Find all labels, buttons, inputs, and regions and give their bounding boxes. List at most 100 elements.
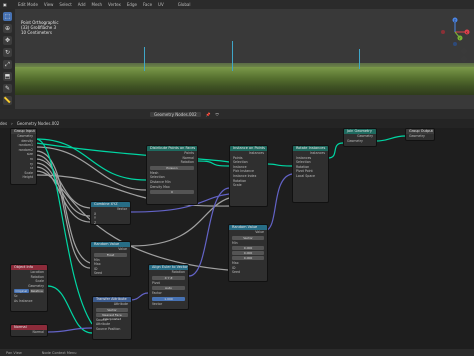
socket-label: Min <box>232 240 238 245</box>
socket-label: Source Position <box>96 326 121 331</box>
zoom-icon <box>461 48 467 54</box>
socket-label: Value <box>118 247 127 251</box>
socket-label: Attribute <box>113 302 128 306</box>
socket-label: Seed <box>232 270 240 275</box>
data-type-dropdown[interactable]: Float <box>94 252 127 257</box>
mapping-dropdown[interactable]: Nearest Face Interpolated <box>96 312 128 321</box>
align-euler-node[interactable]: Align Euler to Vector Rotation X Y Z Piv… <box>148 264 189 310</box>
shield-icon[interactable]: ⛉ <box>216 112 219 117</box>
menu-edge[interactable]: Edge <box>127 2 137 7</box>
grid-scale: 10 Centimeters <box>21 30 52 35</box>
node-graph[interactable]: Group Input Geometry density random1 ran… <box>0 128 474 349</box>
status-context-menu: Node Context Menu <box>41 350 77 355</box>
as-instance-checkbox[interactable]: As Instance <box>11 299 47 304</box>
data-type-dropdown[interactable]: Vector <box>96 307 128 312</box>
menu-face[interactable]: Face <box>143 2 152 7</box>
menu-vertex[interactable]: Vertex <box>108 2 121 7</box>
combine-xyz-node[interactable]: Combine XYZ Vector X Y Z <box>90 201 131 225</box>
socket-label: Height <box>22 175 33 180</box>
link-vector <box>263 173 293 232</box>
pin-icon[interactable]: 📌 <box>206 112 211 117</box>
instance-on-points-node[interactable]: Instance on Points Instances Points Sele… <box>229 145 268 207</box>
annotate-tool-icon[interactable]: ✎ <box>3 84 12 93</box>
vertex-spike <box>144 47 145 71</box>
axis-z-label: Z <box>454 18 456 22</box>
link-geometry <box>267 163 293 167</box>
socket-label: Density Max <box>150 184 170 189</box>
min-z-field[interactable]: 0.000 <box>232 256 264 261</box>
socket-label: Seed <box>94 271 102 276</box>
orientation-selector[interactable]: Global <box>178 2 191 7</box>
socket-label: Rotation <box>171 270 185 274</box>
pivot-dropdown[interactable]: Auto <box>152 286 185 291</box>
select-tool-icon[interactable]: ⬚ <box>3 12 12 21</box>
menu-uv[interactable]: UV <box>158 2 164 7</box>
join-geometry-node[interactable]: Join Geometry Geometry Geometry <box>343 128 377 147</box>
distribute-method-dropdown[interactable]: Poisson <box>150 165 194 170</box>
breadcrumb-root[interactable]: des <box>0 121 7 126</box>
node-editor-breadcrumb: des › Geometry Nodes.002 <box>0 119 474 128</box>
link-geometry <box>327 142 344 159</box>
rotate-instances-node[interactable]: Rotate Instances Instances Instances Sel… <box>292 145 329 203</box>
mode-selector[interactable]: Edit Mode <box>18 2 38 7</box>
cursor-tool-icon[interactable]: ⊕ <box>3 24 12 33</box>
axis-y-label: Y <box>459 36 461 40</box>
move-tool-icon[interactable]: ✥ <box>3 36 12 45</box>
socket-label: Pivot <box>152 280 160 285</box>
transform-tool-icon[interactable]: ⬒ <box>3 72 12 81</box>
toolbar: ⬚ ⊕ ✥ ↻ ⤢ ⬒ ✎ 📏 <box>0 9 15 109</box>
seed-field[interactable]: 0 <box>150 190 194 195</box>
menu-mesh[interactable]: Mesh <box>92 2 103 7</box>
socket-label: Geometry <box>28 283 44 288</box>
viewport-header: ▣ Edit Mode View Select Add Mesh Vertex … <box>0 0 474 9</box>
link-vector <box>130 292 149 301</box>
menu-add[interactable]: Add <box>78 2 86 7</box>
navigation-gizmo[interactable]: X Y Z <box>438 15 472 65</box>
random-value-node[interactable]: Random Value Value Float Min Max ID Seed <box>90 241 131 277</box>
axis-selector[interactable]: X Y Z <box>152 275 185 280</box>
menu-select[interactable]: Select <box>59 2 71 7</box>
factor-slider[interactable]: 1.000 <box>152 296 185 301</box>
socket-label: Geometry <box>409 134 425 138</box>
status-bar: Pan View Node Context Menu <box>0 349 474 356</box>
socket-label: Z <box>94 220 97 225</box>
data-type-dropdown[interactable]: Vector <box>232 235 264 240</box>
transform-space-toggle: Original Relative <box>14 289 44 294</box>
original-toggle[interactable]: Original <box>14 289 29 294</box>
editor-type-icon[interactable]: ▣ <box>3 2 7 7</box>
normal-node[interactable]: Normal Normal <box>10 324 48 337</box>
socket-label: Factor <box>152 291 162 296</box>
vertex-spike <box>359 49 360 69</box>
local-space-checkbox[interactable]: Local Space <box>293 174 328 179</box>
axis-x-label: X <box>466 30 468 34</box>
link-geometry <box>47 285 93 334</box>
pan-icon <box>461 56 467 62</box>
min-x-field[interactable]: 0.000 <box>232 246 264 251</box>
link-float <box>35 158 91 209</box>
socket-label: Geometry <box>347 138 363 143</box>
breadcrumb-tree[interactable]: Geometry Nodes.002 <box>17 121 60 126</box>
socket-label: Scale <box>233 183 242 188</box>
group-input-node[interactable]: Group Input Geometry density random1 ran… <box>10 128 37 185</box>
rotate-tool-icon[interactable]: ↻ <box>3 48 12 57</box>
node-tree-label[interactable]: Geometry Nodes.002 <box>150 111 201 117</box>
random-vector-node[interactable]: Random Value Value Vector Min 0.000 0.00… <box>228 224 268 282</box>
distribute-points-node[interactable]: Distribute Points on Faces Points Normal… <box>146 145 198 205</box>
socket-label: Normal <box>32 330 44 334</box>
transfer-attribute-node[interactable]: Transfer Attribute Attribute Vector Near… <box>92 296 132 340</box>
min-y-field[interactable]: 0.000 <box>232 251 264 256</box>
link-float <box>35 170 229 271</box>
area-divider: Geometry Nodes.002 📌 ⛉ <box>0 109 474 119</box>
relative-toggle[interactable]: Relative <box>29 289 44 294</box>
status-pan-view: Pan View <box>6 350 22 355</box>
menu-view[interactable]: View <box>44 2 54 7</box>
chevron-right-icon: › <box>11 121 13 126</box>
scale-tool-icon[interactable]: ⤢ <box>3 60 12 69</box>
terrain-mesh <box>15 67 474 95</box>
3d-viewport[interactable]: ⬚ ⊕ ✥ ↻ ⤢ ⬒ ✎ 📏 Point Orthographic (33) … <box>0 9 474 109</box>
group-output-node[interactable]: Group Output Geometry <box>405 128 435 141</box>
link-geometry <box>375 135 406 142</box>
measure-tool-icon[interactable]: 📏 <box>3 96 12 105</box>
object-info-node[interactable]: Object Info Location Rotation Scale Geom… <box>10 264 48 312</box>
socket-label: Value <box>255 230 264 234</box>
